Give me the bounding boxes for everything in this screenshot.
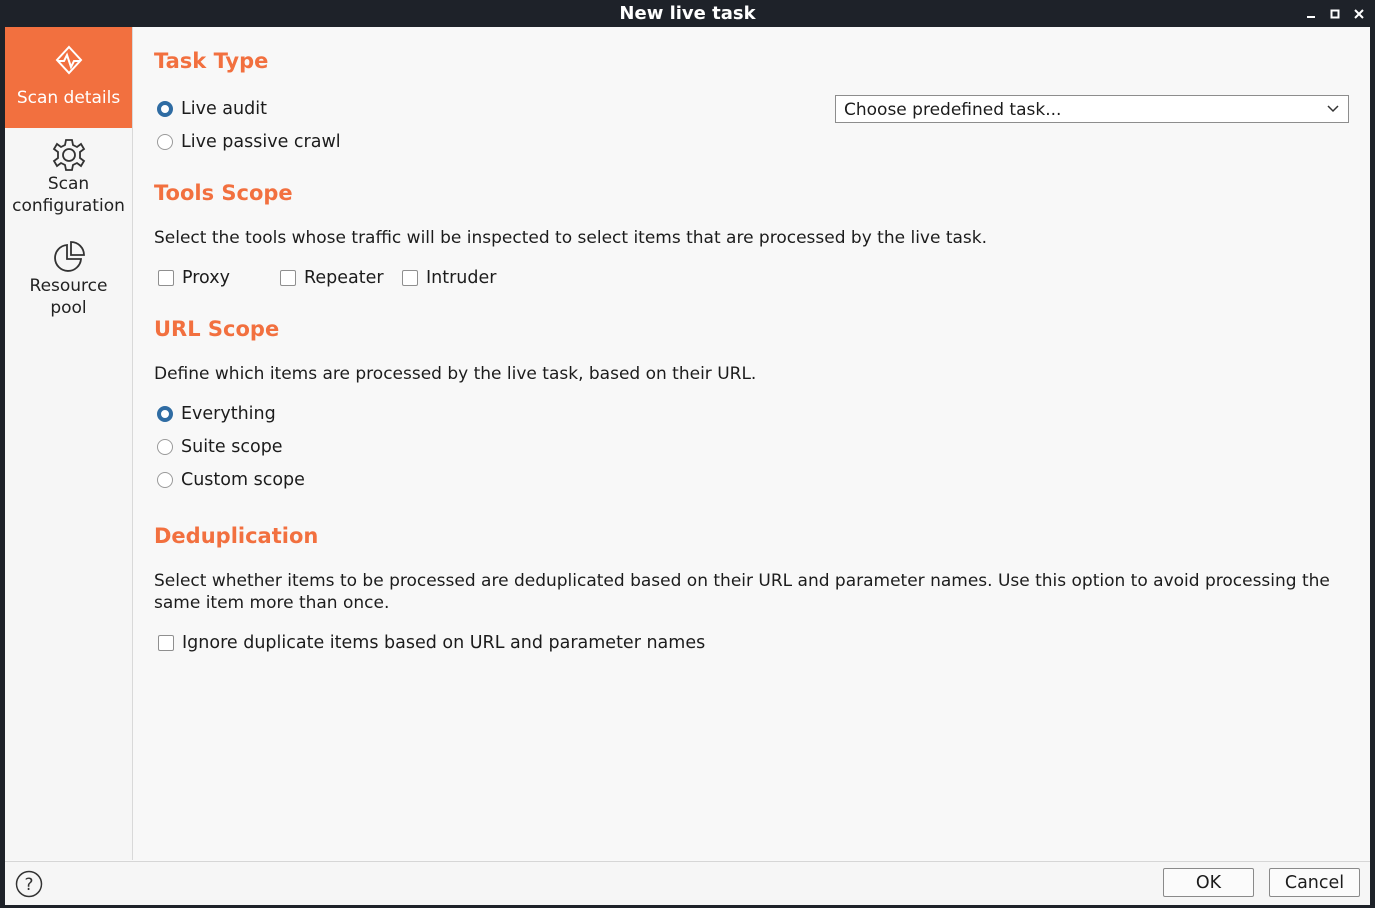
chevron-down-icon bbox=[1326, 96, 1340, 131]
tools-scope-title: Tools Scope bbox=[154, 181, 293, 205]
svg-text:?: ? bbox=[24, 875, 33, 895]
sidebar-item-label: Resource bbox=[29, 276, 108, 296]
task-type-title: Task Type bbox=[154, 49, 269, 73]
sidebar-item-scan-details[interactable]: Scan details bbox=[5, 27, 132, 128]
custom-scope-radio[interactable]: Custom scope bbox=[157, 470, 305, 490]
sidebar-item-scan-configuration[interactable]: Scan configuration bbox=[5, 137, 132, 227]
radio-button[interactable] bbox=[157, 472, 173, 488]
checkbox[interactable] bbox=[280, 270, 296, 286]
radio-button[interactable] bbox=[157, 134, 173, 150]
suite-scope-radio[interactable]: Suite scope bbox=[157, 437, 283, 457]
live-audit-radio[interactable]: Live audit bbox=[157, 99, 267, 119]
deduplication-description: Select whether items to be processed are… bbox=[154, 571, 1330, 613]
checkbox-label: Repeater bbox=[304, 268, 384, 288]
radio-label: Live passive crawl bbox=[181, 132, 341, 152]
cancel-button[interactable]: Cancel bbox=[1269, 868, 1360, 897]
checkbox-label: Intruder bbox=[426, 268, 497, 288]
checkbox-label: Ignore duplicate items based on URL and … bbox=[182, 633, 706, 653]
pie-chart-icon bbox=[5, 239, 132, 275]
checkbox-label: Proxy bbox=[182, 268, 230, 288]
repeater-checkbox[interactable]: Repeater bbox=[280, 268, 384, 288]
radio-button[interactable] bbox=[157, 101, 173, 117]
sidebar: Scan details Scan configuration Resource… bbox=[5, 27, 133, 860]
ignore-duplicates-checkbox[interactable]: Ignore duplicate items based on URL and … bbox=[158, 633, 705, 653]
intruder-checkbox[interactable]: Intruder bbox=[402, 268, 496, 288]
sidebar-item-label: Scan bbox=[47, 174, 90, 194]
checkbox[interactable] bbox=[158, 270, 174, 286]
checkbox[interactable] bbox=[158, 635, 174, 651]
sidebar-item-label: pool bbox=[50, 298, 87, 318]
everything-radio[interactable]: Everything bbox=[157, 404, 276, 424]
radio-label: Suite scope bbox=[181, 437, 283, 457]
sidebar-item-resource-pool[interactable]: Resource pool bbox=[5, 239, 132, 329]
dialog-window: New live task Scan details Scan configur… bbox=[0, 0, 1375, 908]
radio-button[interactable] bbox=[157, 406, 173, 422]
ok-button[interactable]: OK bbox=[1163, 868, 1254, 897]
sidebar-item-label: configuration bbox=[12, 196, 125, 216]
help-icon[interactable]: ? bbox=[15, 870, 43, 902]
checkbox[interactable] bbox=[402, 270, 418, 286]
minimize-icon[interactable] bbox=[1305, 8, 1317, 20]
radio-label: Live audit bbox=[181, 99, 267, 119]
proxy-checkbox[interactable]: Proxy bbox=[158, 268, 230, 288]
radio-button[interactable] bbox=[157, 439, 173, 455]
title-bar: New live task bbox=[0, 0, 1375, 27]
scan-details-panel: Task Type Live audit Live passive crawl … bbox=[154, 27, 1354, 860]
tools-scope-description: Select the tools whose traffic will be i… bbox=[154, 228, 988, 248]
dropdown-value: Choose predefined task... bbox=[844, 100, 1062, 120]
gear-icon bbox=[5, 137, 132, 173]
close-icon[interactable] bbox=[1353, 8, 1365, 20]
scan-details-icon bbox=[5, 45, 132, 81]
url-scope-title: URL Scope bbox=[154, 317, 280, 341]
radio-label: Everything bbox=[181, 404, 276, 424]
live-passive-crawl-radio[interactable]: Live passive crawl bbox=[157, 132, 341, 152]
window-title: New live task bbox=[619, 3, 756, 24]
sidebar-item-label: Scan details bbox=[16, 88, 121, 108]
deduplication-title: Deduplication bbox=[154, 524, 319, 548]
dialog-content: Scan details Scan configuration Resource… bbox=[5, 27, 1370, 905]
predefined-task-dropdown[interactable]: Choose predefined task... bbox=[835, 95, 1349, 123]
radio-label: Custom scope bbox=[181, 470, 305, 490]
dialog-footer: ? OK Cancel bbox=[5, 861, 1370, 905]
maximize-icon[interactable] bbox=[1329, 8, 1341, 20]
url-scope-description: Define which items are processed by the … bbox=[154, 364, 757, 384]
